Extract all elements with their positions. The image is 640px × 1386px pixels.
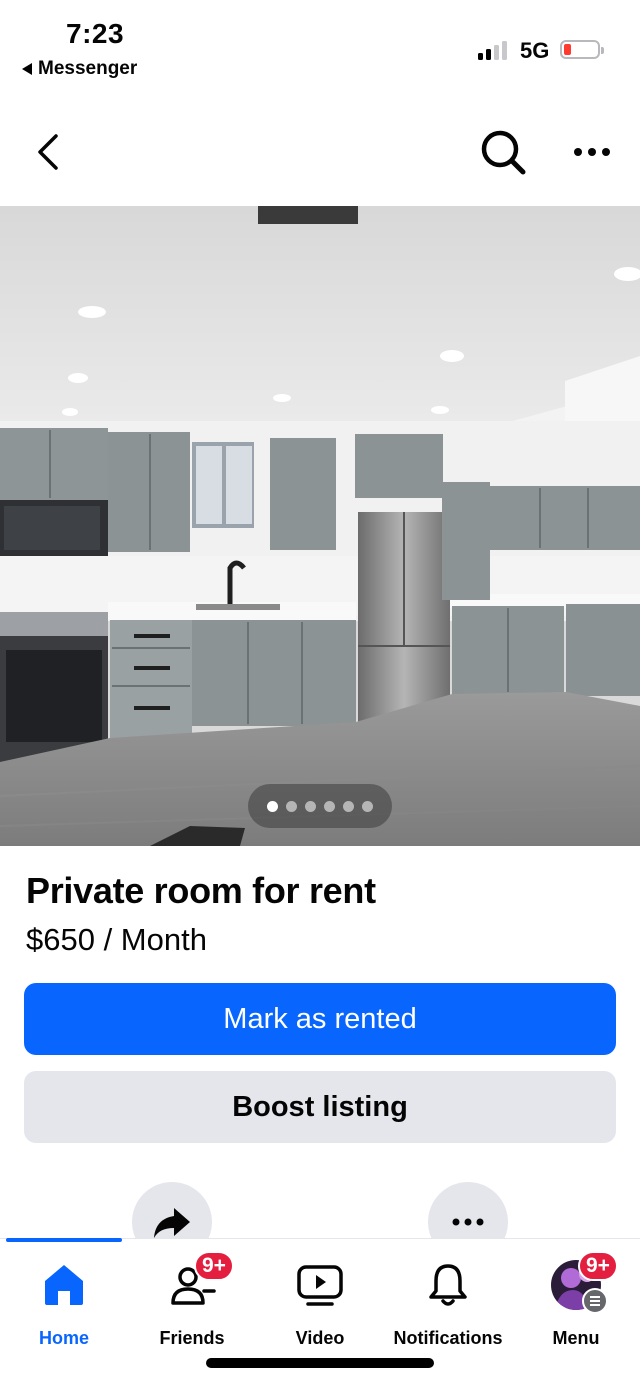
top-nav-bar bbox=[0, 110, 640, 196]
tab-friends-label: Friends bbox=[159, 1328, 225, 1348]
video-icon bbox=[294, 1259, 346, 1310]
pagination-dot bbox=[286, 800, 297, 812]
tab-video-label: Video bbox=[295, 1328, 345, 1348]
home-indicator bbox=[206, 1358, 434, 1368]
more-horizontal-icon bbox=[452, 1218, 484, 1226]
listing-photo[interactable] bbox=[0, 206, 640, 846]
search-button[interactable] bbox=[478, 128, 530, 178]
tab-home[interactable]: Home bbox=[0, 1259, 128, 1349]
pagination-dot bbox=[362, 800, 373, 812]
more-horizontal-icon bbox=[574, 148, 610, 156]
share-icon bbox=[154, 1208, 190, 1238]
status-time: 7:23 bbox=[66, 18, 125, 49]
tab-friends[interactable]: 9+ Friends bbox=[128, 1251, 256, 1349]
tab-home-label: Home bbox=[38, 1328, 89, 1348]
mark-as-rented-button[interactable]: Mark as rented bbox=[24, 983, 616, 1055]
menu-badge: 9+ bbox=[578, 1251, 618, 1281]
back-to-app-link[interactable]: Messenger bbox=[22, 58, 137, 80]
friends-badge: 9+ bbox=[194, 1251, 234, 1281]
signal-icon bbox=[478, 40, 507, 60]
bell-icon bbox=[422, 1259, 474, 1310]
pagination-dot bbox=[343, 800, 354, 812]
battery-icon bbox=[560, 40, 604, 59]
friends-icon: 9+ bbox=[166, 1251, 234, 1310]
tab-video[interactable]: Video bbox=[256, 1259, 384, 1349]
boost-listing-button[interactable]: Boost listing bbox=[24, 1071, 616, 1143]
pagination-dot bbox=[267, 800, 278, 812]
tab-menu[interactable]: 9+ Menu bbox=[512, 1251, 640, 1349]
home-icon bbox=[38, 1259, 90, 1310]
listing-title: Private room for rent bbox=[26, 870, 376, 911]
menu-icon bbox=[582, 1288, 608, 1314]
network-label: 5G bbox=[520, 38, 550, 63]
pagination-dot bbox=[324, 800, 335, 812]
chevron-left-icon bbox=[38, 134, 58, 170]
listing-price: $650 / Month bbox=[26, 922, 207, 957]
active-tab-indicator bbox=[6, 1238, 122, 1242]
tab-menu-label: Menu bbox=[552, 1328, 600, 1348]
tab-notifications-label: Notifications bbox=[393, 1328, 503, 1348]
avatar: 9+ bbox=[550, 1251, 618, 1314]
marketplace-listing-screen: 7:23 Messenger 5G Private room for rent … bbox=[0, 0, 640, 1386]
back-app-label: Messenger bbox=[38, 58, 138, 79]
search-icon bbox=[481, 130, 526, 175]
back-button[interactable] bbox=[26, 128, 70, 176]
pagination-dot bbox=[305, 800, 316, 812]
tab-notifications[interactable]: Notifications bbox=[384, 1259, 512, 1349]
status-bar: 7:23 Messenger 5G bbox=[0, 0, 640, 90]
kitchen-photo bbox=[0, 206, 640, 846]
photo-pagination bbox=[248, 784, 392, 828]
more-options-button[interactable] bbox=[566, 132, 618, 172]
back-arrow-icon bbox=[22, 63, 32, 75]
